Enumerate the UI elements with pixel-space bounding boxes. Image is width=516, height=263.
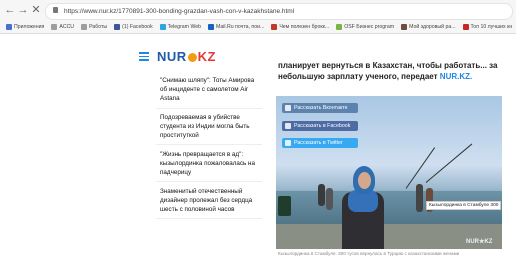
bookmark-label: Telegram Web: [167, 23, 202, 30]
image-tooltip: Кызылординка в Стамбуле 300: [426, 201, 502, 210]
close-icon[interactable]: ✕: [30, 3, 42, 17]
hamburger-menu-icon[interactable]: [139, 52, 149, 61]
sidebar-news-item[interactable]: "Снимаю шляпу": Тоты Амирова об инцидент…: [160, 77, 260, 103]
photo-caption: Кызылординка в Стамбуле. 300 тусов верну…: [278, 251, 460, 256]
twitter-icon: [285, 140, 291, 146]
bookmark-icon: [271, 23, 278, 30]
bookmark-icon: [6, 23, 12, 30]
facebook-icon: [285, 123, 291, 129]
back-icon[interactable]: ←: [4, 3, 16, 17]
bookmark-item[interactable]: Топ 10 лучших кн: [462, 23, 513, 30]
forward-icon[interactable]: →: [17, 3, 29, 17]
photo-watermark: NUR★KZ: [466, 239, 493, 245]
logo-text-right: KZ: [197, 49, 217, 64]
article-line-text: небольшую зарплату ученого, передает: [278, 72, 438, 81]
article-line: небольшую зарплату ученого, передает NUR…: [278, 71, 500, 82]
bookmark-label: Приложения: [14, 23, 45, 30]
vk-icon: [285, 105, 291, 111]
bookmark-item[interactable]: Чем полезен брокк...: [271, 23, 330, 30]
news-headline[interactable]: "Жизнь превращается в ад": кызылординка …: [160, 151, 260, 177]
bookmark-item[interactable]: Приложения: [6, 23, 45, 30]
fishing-rod: [405, 147, 436, 189]
bookmark-label: Работы: [89, 23, 108, 30]
article-photo: Рассказать Вконтакте Рассказать в Facebo…: [276, 96, 502, 249]
share-twitter-button[interactable]: Рассказать в Twitter: [282, 138, 358, 148]
news-headline[interactable]: "Снимаю шляпу": Тоты Амирова об инцидент…: [160, 77, 260, 103]
url-text[interactable]: https://www.nur.kz/1770891-300-bonding-g…: [64, 5, 294, 18]
lock-icon: [53, 7, 58, 13]
bookmark-item[interactable]: Мой здоровый ра...: [401, 23, 456, 30]
sidebar-news-item[interactable]: Подозреваемая в убийстве студента из Инд…: [160, 114, 260, 140]
sidebar-news-item[interactable]: Знаменитый отечественный дизайнер пролеж…: [160, 188, 260, 214]
share-vk-button[interactable]: Рассказать Вконтакте: [282, 103, 358, 113]
photo-ground: [276, 224, 502, 249]
bookmark-label: Чем полезен брокк...: [279, 23, 330, 30]
bookmark-icon: [51, 23, 58, 30]
site-logo[interactable]: NUR KZ: [157, 49, 216, 64]
bookmark-icon: [336, 23, 343, 30]
bookmark-item[interactable]: Telegram Web: [159, 23, 202, 30]
photo-background-person: [416, 184, 423, 212]
bookmark-label: Mail.Ru почта, пои...: [216, 23, 265, 30]
bookmark-icon: [401, 23, 408, 30]
bookmark-icon: [114, 23, 121, 30]
photo-bin: [278, 196, 291, 216]
address-bar[interactable]: https://www.nur.kz/1770891-300-bonding-g…: [45, 3, 513, 20]
bookmark-icon: [208, 23, 215, 30]
logo-dot-icon: [187, 53, 197, 62]
browser-toolbar: ← → ✕ https://www.nur.kz/1770891-300-bon…: [0, 0, 516, 33]
divider: [156, 108, 262, 109]
bookmark-item[interactable]: Mail.Ru почта, пои...: [208, 23, 265, 30]
divider: [156, 144, 262, 145]
bookmarks-bar: Приложения ACCU Работы (1) Facebook Telegram…: [0, 20, 516, 33]
bookmark-icon: [462, 23, 469, 30]
bookmark-label: ACCU: [59, 23, 75, 30]
divider: [156, 218, 262, 219]
share-facebook-button[interactable]: Рассказать в Facebook: [282, 121, 358, 131]
bookmark-icon: [159, 23, 166, 30]
sidebar-news-item[interactable]: "Жизнь превращается в ад": кызылординка …: [160, 151, 260, 177]
logo-text-left: NUR: [157, 49, 187, 64]
bookmark-label: Топ 10 лучших кн: [470, 23, 513, 30]
photo-background-person: [318, 184, 325, 206]
bookmark-item[interactable]: OSF Бизнес program: [336, 23, 395, 30]
source-link[interactable]: NUR.KZ.: [440, 72, 472, 81]
divider: [156, 181, 262, 182]
article-paragraph: планирует вернуться в Казахстан, чтобы р…: [278, 60, 500, 82]
bookmark-label: (1) Facebook: [122, 23, 153, 30]
bookmark-icon: [81, 23, 88, 30]
toolbar-divider: [0, 33, 516, 34]
photo-woman: [340, 166, 386, 249]
bookmark-item[interactable]: ACCU: [51, 23, 75, 30]
bookmark-item[interactable]: Работы: [81, 23, 108, 30]
bookmark-label: Мой здоровый ра...: [409, 23, 456, 30]
news-headline[interactable]: Знаменитый отечественный дизайнер пролеж…: [160, 188, 260, 214]
bookmark-label: OSF Бизнес program: [344, 23, 395, 30]
article-line: планирует вернуться в Казахстан, чтобы р…: [278, 61, 498, 70]
photo-background-person: [326, 188, 333, 210]
news-headline[interactable]: Подозреваемая в убийстве студента из Инд…: [160, 114, 260, 140]
bookmark-item[interactable]: (1) Facebook: [114, 23, 153, 30]
